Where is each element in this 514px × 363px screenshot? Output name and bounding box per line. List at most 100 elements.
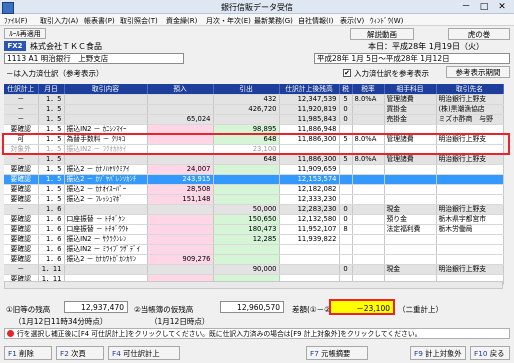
tax-rate-cell[interactable] [352,194,385,205]
col-tax-rate[interactable]: 税率 [352,84,385,95]
explain-video-button[interactable]: 解説動画 [350,28,414,40]
tax-cell[interactable]: 0 [339,104,353,115]
balance-cell[interactable]: 12,132,580 [279,214,340,225]
table-row[interactable]: 要確認 1．6 振込IN2 － ﾐﾗｲﾌﾞﾗｻﾞﾃﾞｲ [4,244,504,255]
status-cell[interactable]: 要確認 [4,254,39,265]
account-cell[interactable]: 管理諸費 [384,154,437,165]
status-cell[interactable]: － [4,114,39,125]
table-row[interactable]: 要確認 1．6 口座振替 － ﾄﾁｷﾞｹﾝ 150,650 12,132,580 0 預り金… [4,214,504,225]
table-row[interactable]: － 1．5 432 12,347,539 5 8.0%A 管理諸費 明治銀行上野支 [4,94,504,105]
withdrawal-cell[interactable] [213,244,280,255]
minimize-button[interactable]: － [458,1,474,13]
table-row[interactable]: － 1．5 65,024 11,985,843 0 売掛金 ミズホ酢商 与野 [4,114,504,125]
col-withdrawal[interactable]: 引出 [213,84,280,95]
col-account[interactable]: 相手科目 [384,84,437,95]
status-cell[interactable]: 要確認 [4,214,39,225]
date-cell[interactable]: 1．5 [38,194,65,205]
content-cell[interactable] [64,204,148,215]
account-cell[interactable] [384,234,437,245]
status-cell[interactable]: 要確認 [4,184,39,195]
withdrawal-cell[interactable] [213,194,280,205]
partner-cell[interactable]: 明治銀行上野支 [436,154,504,165]
table-row[interactable]: 要確認 1．5 振込2 － ﾌﾚｯｼｭﾏﾎﾞ 151,148 12,333,230 [4,194,504,205]
status-cell[interactable]: － [4,204,39,215]
col-partner[interactable]: 取引先名 [436,84,504,95]
table-row[interactable]: 要確認 1．6 振込IN2 － ｻｸﾗｸﾝﾚﾝ 12,285 11,939,822 [4,234,504,245]
status-cell[interactable]: － [4,154,39,165]
partner-cell[interactable]: 明治銀行上野支 [436,264,504,275]
date-cell[interactable]: 1．6 [38,204,65,215]
col-status[interactable]: 仕訳計上 [4,84,39,95]
date-cell[interactable]: 1．6 [38,244,65,255]
tax-rate-cell[interactable] [352,174,385,185]
balance-cell[interactable]: 12,153,574 [279,174,340,185]
tax-cell[interactable] [339,184,353,195]
reference-period-button[interactable]: 参考表示期間 [446,66,510,78]
table-row[interactable]: 要確認 1．5 振込2 － ｶﾅﾉﾊﾔﾘｸﾐｱｲ 24,007 11,909,659 [4,164,504,175]
account-cell[interactable] [384,244,437,255]
date-cell[interactable]: 1．5 [38,154,65,165]
balance-cell[interactable]: 12,283,230 [279,204,340,215]
table-row[interactable]: 要確認 1．6 振込2 － ｶﾅｶﾜﾄｶﾞｶﾝｶﾘﾝ 909,276 [4,254,504,265]
partner-cell[interactable] [436,244,504,255]
tax-rate-cell[interactable] [352,264,385,275]
tax-rate-cell[interactable] [352,184,385,195]
withdrawal-cell[interactable]: 90,000 [213,264,280,275]
tax-cell[interactable]: 0 [339,114,353,125]
horizontal-scrollbar[interactable] [4,281,503,289]
status-cell[interactable]: － [4,264,39,275]
tax-cell[interactable] [339,234,353,245]
withdrawal-cell[interactable]: 50,000 [213,204,280,215]
deposit-cell[interactable]: 243,915 [147,174,214,185]
partner-cell[interactable]: ミズホ酢商 与野 [436,114,504,125]
partner-cell[interactable] [436,184,504,195]
partner-cell[interactable] [436,164,504,175]
table-row[interactable]: － 1．5 426,720 11,920,819 0 買掛金 (株)黒潮漁協店 [4,104,504,115]
tora-no-maki-button[interactable]: 虎の巻 [448,28,510,40]
balance-cell[interactable]: 12,333,230 [279,194,340,205]
balance-cell[interactable]: 12,347,539 [279,94,340,105]
deposit-cell[interactable]: 909,276 [147,254,214,265]
withdrawal-cell[interactable] [213,164,280,175]
tax-rate-cell[interactable] [352,164,385,175]
menu-latest[interactable]: 最新業務(G) [254,16,293,26]
tax-rate-cell[interactable] [352,234,385,245]
menu-inquiry[interactable]: 取引照会(T) [120,16,158,26]
partner-cell[interactable]: (株)黒潮漁協店 [436,104,504,115]
f10-back-button[interactable]: F10 戻る [470,346,510,360]
deposit-cell[interactable]: 28,508 [147,184,214,195]
status-cell[interactable]: 要確認 [4,194,39,205]
date-cell[interactable]: 1．5 [38,104,65,115]
deposit-cell[interactable] [147,94,214,105]
menu-monthly[interactable]: 月次・年次(E) [206,16,251,26]
tax-cell[interactable]: 0 [339,264,353,275]
tax-cell[interactable] [339,164,353,175]
col-content[interactable]: 取引内容 [64,84,148,95]
tax-rate-cell[interactable] [352,104,385,115]
content-cell[interactable] [64,264,148,275]
tax-cell[interactable]: 0 [339,214,353,225]
date-cell[interactable]: 1．5 [38,184,65,195]
deposit-cell[interactable] [147,244,214,255]
tax-cell[interactable]: 8 [339,224,353,235]
partner-cell[interactable]: 明治銀行上野支 [436,94,504,105]
account-cell[interactable]: 現金 [384,204,437,215]
table-row[interactable]: 要確認 1．6 口座振替 － ﾄﾁｷﾞｳｳﾄ 180,473 11,952,107 8 法定… [4,224,504,235]
content-cell[interactable]: 振込2 － ｶｿﾞﾔﾊﾟﾚﾝｿｶﾝﾁ [64,174,148,185]
account-cell[interactable] [384,184,437,195]
deposit-cell[interactable] [147,204,214,215]
withdrawal-cell[interactable]: 180,473 [213,224,280,235]
f4-journalize-button[interactable]: F4 可仕訳計上 [108,346,180,360]
tax-rate-cell[interactable] [352,254,385,265]
withdrawal-cell[interactable] [213,184,280,195]
content-cell[interactable]: 口座振替 － ﾄﾁｷﾞｹﾝ [64,214,148,225]
tax-cell[interactable] [339,174,353,185]
partner-cell[interactable]: 栃木労働局 [436,224,504,235]
tax-rate-cell[interactable] [352,244,385,255]
date-cell[interactable]: 1．5 [38,114,65,125]
col-date[interactable]: 月日 [38,84,65,95]
withdrawal-cell[interactable]: 426,720 [213,104,280,115]
account-cell[interactable] [384,174,437,185]
tax-cell[interactable]: 5 [339,154,353,165]
content-cell[interactable]: 口座振替 － ﾄﾁｷﾞｳｳﾄ [64,224,148,235]
